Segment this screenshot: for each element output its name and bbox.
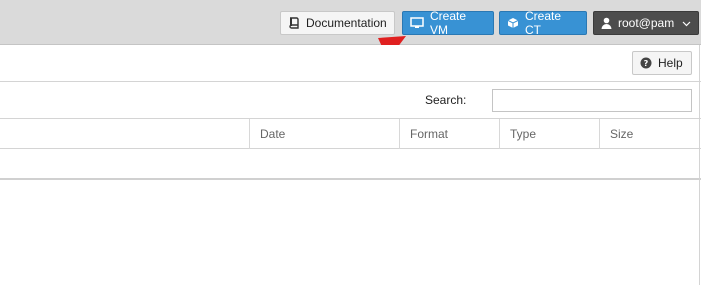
toolbar <box>0 45 701 82</box>
user-menu-button[interactable]: root@pam <box>593 11 699 35</box>
create-ct-label: Create CT <box>525 9 562 37</box>
create-vm-label: Create VM <box>430 9 467 37</box>
svg-text:?: ? <box>644 59 649 68</box>
monitor-icon <box>410 17 424 29</box>
help-button[interactable]: ? Help <box>632 51 692 75</box>
help-label: Help <box>658 56 683 70</box>
column-header-size[interactable]: Size <box>599 119 700 149</box>
column-header-date[interactable]: Date <box>249 119 400 149</box>
search-input[interactable] <box>492 89 692 112</box>
documentation-label: Documentation <box>306 16 387 30</box>
user-label: root@pam <box>618 16 675 30</box>
help-icon: ? <box>640 57 652 69</box>
cube-icon <box>507 17 519 29</box>
create-ct-button[interactable]: Create CT <box>499 9 587 37</box>
column-header-type[interactable]: Type <box>499 119 600 149</box>
book-icon <box>288 17 300 29</box>
user-icon <box>601 17 612 29</box>
table-row[interactable] <box>0 149 701 180</box>
column-header-format[interactable]: Format <box>399 119 500 149</box>
column-header-name[interactable] <box>0 119 250 149</box>
panel-border <box>699 45 700 285</box>
search-label: Search: <box>425 93 467 107</box>
chevron-down-icon <box>682 16 691 30</box>
